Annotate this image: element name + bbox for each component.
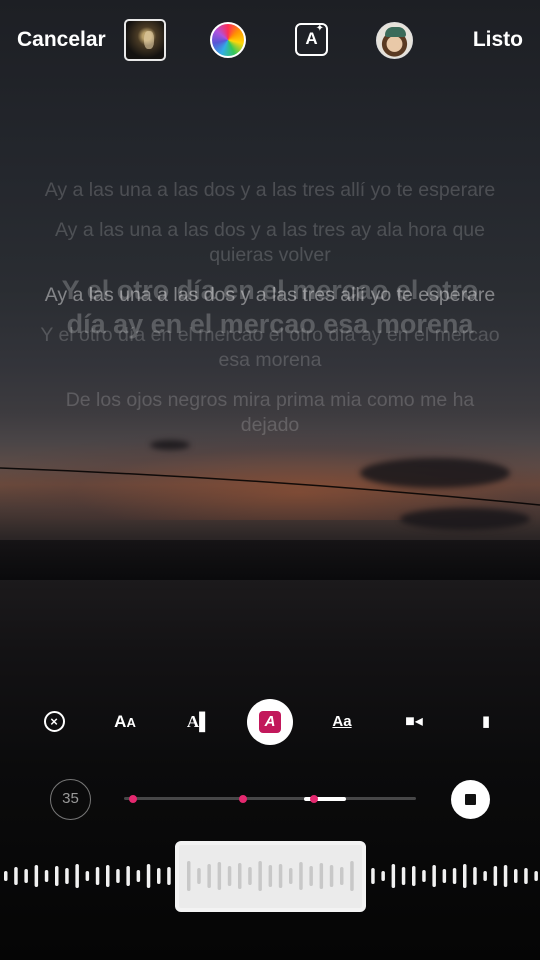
waveform-bar xyxy=(116,869,120,883)
waveform-bar xyxy=(24,869,28,883)
waveform-bar xyxy=(381,871,385,881)
stop-button[interactable] xyxy=(451,780,490,819)
waveform-bar xyxy=(371,868,375,884)
waveform-bar xyxy=(340,867,344,885)
waveform-bar xyxy=(106,865,110,887)
done-button[interactable]: Listo xyxy=(473,28,523,52)
selected-waveform xyxy=(187,861,354,891)
waveform-bar xyxy=(55,866,59,886)
waveform-bar xyxy=(350,861,354,891)
waveform-bar xyxy=(95,867,100,885)
waveform-bar xyxy=(207,864,211,888)
waveform-bar xyxy=(44,870,49,882)
waveform-bar xyxy=(329,865,334,887)
close-circle-icon[interactable]: × xyxy=(31,699,77,745)
waveform-bar xyxy=(146,864,151,888)
waveform-bar xyxy=(391,864,396,888)
editor-top-bar: Cancelar A ✦ Listo xyxy=(0,0,540,82)
waveform-bar xyxy=(136,870,141,882)
waveform-bar xyxy=(299,862,303,890)
lyric-marker xyxy=(239,794,247,803)
waveform-bar xyxy=(473,867,477,885)
album-art-icon[interactable] xyxy=(124,19,166,61)
highlighted-lyric: Y el otro día en el mercao el otro día a… xyxy=(61,275,479,339)
waveform-bar xyxy=(197,868,201,884)
lyric-line: Ay a las una a las dos y a las tres ay a… xyxy=(55,219,485,266)
lyrics-style-toolbar: × AA A▌ A Aa ■◂ ▮ xyxy=(0,697,540,747)
waveform-bar xyxy=(85,871,90,881)
waveform-bar xyxy=(483,871,487,881)
text-effect-icon[interactable]: A ✦ xyxy=(295,23,328,56)
waveform-bar xyxy=(34,865,39,887)
waveform-bar xyxy=(442,869,447,883)
waveform-bar xyxy=(258,861,262,891)
waveform-bar xyxy=(319,863,324,889)
lyric-line: De los ojos negros mira prima mia como m… xyxy=(65,389,475,436)
waveform-bar xyxy=(217,862,222,890)
lyric-line: Ay a las una a las dos y a las tres allí… xyxy=(44,179,496,201)
waveform-bar xyxy=(65,868,69,884)
waveform-bar xyxy=(248,867,252,885)
waveform-bar xyxy=(268,865,273,887)
waveform-bar xyxy=(534,871,538,881)
waveform-bar xyxy=(75,864,79,888)
waveform-bar xyxy=(309,866,313,886)
color-wheel-icon[interactable] xyxy=(210,22,246,58)
waveform-bar xyxy=(167,867,171,885)
waveform-bar xyxy=(422,870,426,882)
waveform-bar xyxy=(503,865,508,887)
waveform-bar xyxy=(4,871,8,881)
waveform-bar xyxy=(278,864,283,888)
waveform-bar xyxy=(227,866,232,886)
waveform-bar xyxy=(452,868,457,884)
waveform-bar xyxy=(401,867,406,885)
waveform-bar xyxy=(514,869,518,883)
waveform-bar xyxy=(238,863,242,889)
waveform-bar xyxy=(412,866,416,886)
cancel-button[interactable]: Cancelar xyxy=(17,28,106,52)
clip-selector-handle[interactable] xyxy=(175,841,366,912)
song-progress-track[interactable] xyxy=(124,794,416,803)
waveform-bar xyxy=(14,867,18,885)
waveform-bar xyxy=(463,864,467,888)
font-icon[interactable]: Aa xyxy=(319,699,365,745)
text-size-icon[interactable]: AA xyxy=(102,699,148,745)
waveform-bar xyxy=(432,865,436,887)
waveform-bar xyxy=(524,868,528,884)
lyric-marker xyxy=(129,794,137,803)
lyrics-style-selected-icon[interactable]: A xyxy=(247,699,293,745)
waveform-bar xyxy=(157,868,161,884)
waveform-bar xyxy=(289,868,293,884)
video-icon[interactable]: ■◂ xyxy=(391,699,437,745)
waveform-bar xyxy=(493,866,498,886)
sticker-icon[interactable]: ▮ xyxy=(463,699,509,745)
avatar-icon[interactable] xyxy=(376,22,413,59)
waveform-bar xyxy=(187,861,191,891)
text-style-icon[interactable]: A▌ xyxy=(176,699,222,745)
duration-button[interactable]: 35 xyxy=(50,779,91,820)
lyric-marker xyxy=(310,794,318,803)
waveform-bar xyxy=(126,866,130,886)
